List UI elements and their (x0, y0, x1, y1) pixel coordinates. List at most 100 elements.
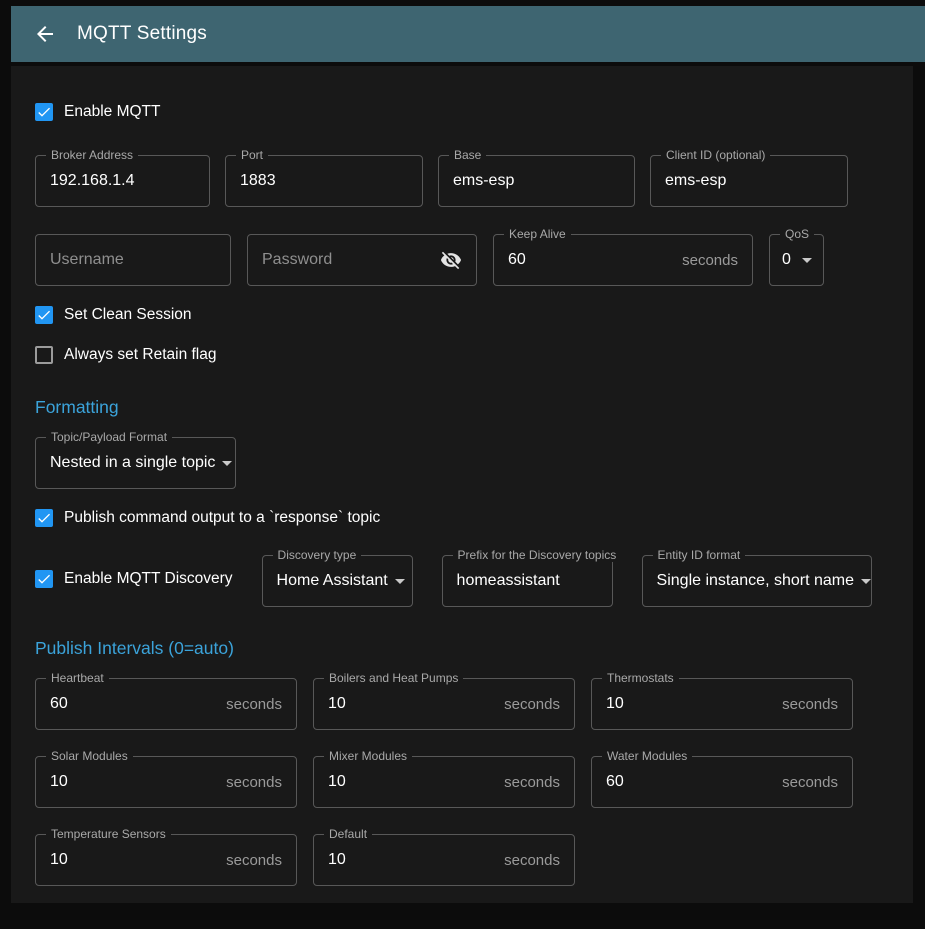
boilers-interval-field[interactable]: Boilers and Heat Pumps 10 seconds (313, 678, 575, 730)
client-id-field[interactable]: Client ID (optional) ems-esp (650, 155, 848, 207)
temperature-sensors-interval-field[interactable]: Temperature Sensors 10 seconds (35, 834, 297, 886)
field-suffix: seconds (504, 696, 560, 713)
field-value: 192.168.1.4 (50, 172, 135, 190)
solar-modules-interval-field[interactable]: Solar Modules 10 seconds (35, 756, 297, 808)
field-value: Nested in a single topic (50, 454, 215, 472)
field-value: Single instance, short name (657, 572, 854, 590)
field-value: 10 (50, 773, 68, 791)
base-field[interactable]: Base ems-esp (438, 155, 635, 207)
mixer-modules-interval-field[interactable]: Mixer Modules 10 seconds (313, 756, 575, 808)
field-suffix: seconds (682, 252, 738, 269)
field-value: 10 (50, 851, 68, 869)
app-bar: MQTT Settings (11, 6, 925, 62)
field-label: Solar Modules (46, 750, 133, 763)
back-button[interactable] (25, 14, 65, 54)
field-value: 10 (328, 695, 346, 713)
field-suffix: seconds (782, 774, 838, 791)
dropdown-arrow-icon (215, 451, 239, 475)
field-value: 60 (508, 251, 526, 269)
field-label: Temperature Sensors (46, 828, 171, 841)
retain-flag-checkbox[interactable]: Always set Retain flag (35, 345, 217, 365)
field-label: Broker Address (46, 149, 138, 162)
field-value: ems-esp (665, 172, 726, 190)
checkbox-label: Enable MQTT (64, 102, 160, 122)
discovery-prefix-field[interactable]: Prefix for the Discovery topics homeassi… (442, 555, 613, 607)
publish-intervals-section-heading: Publish Intervals (0=auto) (35, 637, 889, 659)
field-value: ems-esp (453, 172, 514, 190)
checkbox-label: Enable MQTT Discovery (64, 569, 233, 589)
field-label: Default (324, 828, 372, 841)
port-field[interactable]: Port 1883 (225, 155, 423, 207)
username-field[interactable]: Username (35, 234, 231, 286)
checkbox (35, 103, 53, 121)
settings-panel: Enable MQTT Broker Address 192.168.1.4 P… (11, 66, 913, 903)
field-label: Base (449, 149, 486, 162)
check-icon (36, 104, 52, 120)
field-label: Water Modules (602, 750, 692, 763)
field-label: Entity ID format (653, 549, 746, 562)
password-field[interactable]: Password (247, 234, 477, 286)
field-label: Heartbeat (46, 672, 109, 685)
formatting-section-heading: Formatting (35, 396, 889, 418)
broker-settings-row: Broker Address 192.168.1.4 Port 1883 Bas… (35, 155, 889, 207)
field-suffix: seconds (226, 852, 282, 869)
field-label: Prefix for the Discovery topics (453, 549, 622, 562)
field-label: Mixer Modules (324, 750, 412, 763)
check-icon (36, 510, 52, 526)
checkbox-label: Set Clean Session (64, 305, 192, 325)
field-value: 10 (328, 851, 346, 869)
dropdown-arrow-icon (388, 569, 412, 593)
field-label: Thermostats (602, 672, 679, 685)
heartbeat-interval-field[interactable]: Heartbeat 60 seconds (35, 678, 297, 730)
check-icon (36, 571, 52, 587)
field-label: Discovery type (273, 549, 362, 562)
check-icon (36, 307, 52, 323)
publish-intervals-grid: Heartbeat 60 seconds Boilers and Heat Pu… (35, 678, 889, 886)
dropdown-arrow-icon (854, 569, 878, 593)
entity-id-format-select[interactable]: Entity ID format Single instance, short … (642, 555, 872, 607)
field-suffix: seconds (782, 696, 838, 713)
field-suffix: seconds (504, 852, 560, 869)
checkbox (35, 306, 53, 324)
field-placeholder: Username (50, 251, 124, 269)
field-suffix: seconds (226, 774, 282, 791)
broker-address-field[interactable]: Broker Address 192.168.1.4 (35, 155, 210, 207)
thermostats-interval-field[interactable]: Thermostats 10 seconds (591, 678, 853, 730)
field-label: QoS (780, 228, 814, 241)
field-value: homeassistant (457, 572, 560, 590)
field-label: Topic/Payload Format (46, 431, 172, 444)
checkbox-label: Publish command output to a `response` t… (64, 508, 380, 528)
field-value: 10 (328, 773, 346, 791)
checkbox (35, 509, 53, 527)
field-value: Home Assistant (277, 572, 388, 590)
field-value: 60 (606, 773, 624, 791)
publish-response-checkbox[interactable]: Publish command output to a `response` t… (35, 508, 380, 528)
water-modules-interval-field[interactable]: Water Modules 60 seconds (591, 756, 853, 808)
visibility-off-icon[interactable] (440, 249, 462, 271)
checkbox (35, 570, 53, 588)
field-label: Port (236, 149, 268, 162)
field-placeholder: Password (262, 251, 332, 269)
arrow-back-icon (33, 22, 57, 46)
keep-alive-field[interactable]: Keep Alive 60 seconds (493, 234, 753, 286)
checkbox-label: Always set Retain flag (64, 345, 217, 365)
field-value: 60 (50, 695, 68, 713)
field-value: 10 (606, 695, 624, 713)
discovery-type-select[interactable]: Discovery type Home Assistant (262, 555, 413, 607)
discovery-row: Enable MQTT Discovery Discovery type Hom… (35, 555, 889, 607)
topic-payload-format-select[interactable]: Topic/Payload Format Nested in a single … (35, 437, 236, 489)
credentials-row: Username Password Keep Alive 60 seconds … (35, 234, 889, 286)
field-suffix: seconds (504, 774, 560, 791)
dropdown-arrow-icon (795, 248, 819, 272)
clean-session-checkbox[interactable]: Set Clean Session (35, 305, 192, 325)
enable-discovery-checkbox[interactable]: Enable MQTT Discovery (35, 569, 233, 589)
field-value: 0 (782, 251, 791, 269)
enable-mqtt-checkbox[interactable]: Enable MQTT (35, 102, 160, 122)
page-title: MQTT Settings (77, 23, 207, 45)
field-label: Boilers and Heat Pumps (324, 672, 463, 685)
qos-select[interactable]: QoS 0 (769, 234, 824, 286)
default-interval-field[interactable]: Default 10 seconds (313, 834, 575, 886)
field-value: 1883 (240, 172, 276, 190)
field-label: Keep Alive (504, 228, 571, 241)
field-label: Client ID (optional) (661, 149, 770, 162)
